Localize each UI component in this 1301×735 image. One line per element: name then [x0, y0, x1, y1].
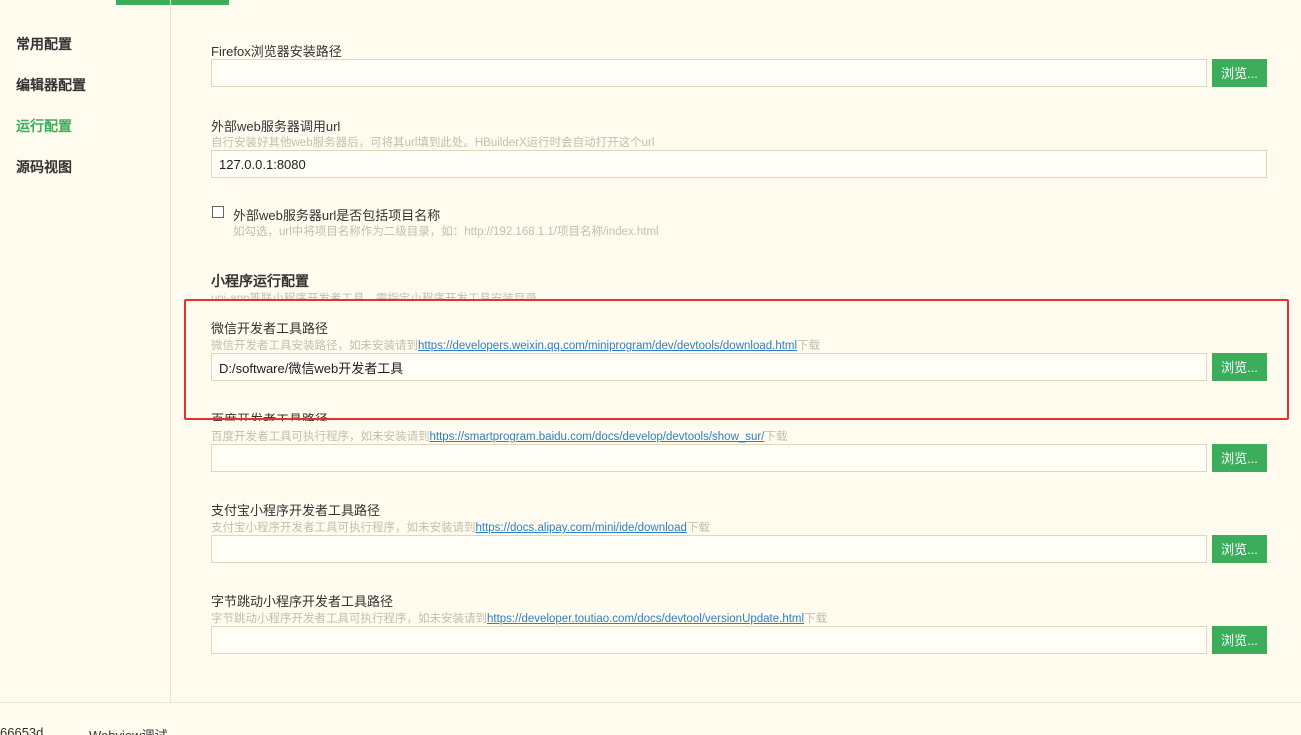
alipay-path-input[interactable]: [211, 535, 1207, 563]
external-web-url-input[interactable]: [211, 150, 1267, 178]
weixin-hint-prefix: 微信开发者工具安装路径，如未安装请到: [211, 340, 418, 352]
toutiao-hint: 字节跳动小程序开发者工具可执行程序，如未安装请到https://develope…: [211, 610, 827, 626]
weixin-hint-suffix: 下载: [797, 340, 821, 352]
external-web-hint: 自行安装好其他web服务器后，可将其url填到此处。HBuilderX运行时会自…: [211, 137, 655, 149]
baidu-hint: 百度开发者工具可执行程序，如未安装请到https://smartprogram.…: [211, 428, 787, 444]
toutiao-path-label: 字节跳动小程序开发者工具路径: [211, 594, 394, 609]
sidebar-item-run[interactable]: 运行配置: [16, 116, 72, 136]
webview-debug-tab[interactable]: Webview调试: [89, 725, 168, 735]
baidu-path-input[interactable]: [211, 444, 1207, 472]
baidu-hint-suffix: 下载: [764, 431, 788, 443]
firefox-browse-button[interactable]: 浏览...: [1212, 59, 1267, 87]
baidu-download-link[interactable]: https://smartprogram.baidu.com/docs/deve…: [430, 431, 765, 443]
toutiao-path-input[interactable]: [211, 626, 1207, 654]
include-project-hint: 如勾选，url中将项目名称作为二级目录，如：http://192.168.1.1…: [233, 226, 659, 238]
sidebar-item-source-view[interactable]: 源码视图: [16, 157, 72, 177]
baidu-browse-button[interactable]: 浏览...: [1212, 444, 1267, 472]
alipay-path-label: 支付宝小程序开发者工具路径: [211, 503, 381, 518]
sidebar: 常用配置 编辑器配置 运行配置 源码视图: [0, 0, 171, 702]
toutiao-hint-prefix: 字节跳动小程序开发者工具可执行程序，如未安装请到: [211, 613, 487, 625]
weixin-browse-button[interactable]: 浏览...: [1212, 353, 1267, 381]
toutiao-hint-suffix: 下载: [804, 613, 828, 625]
sidebar-item-common[interactable]: 常用配置: [16, 34, 72, 54]
miniprogram-section-hint: uni-app等联小程序开发者工具，需指定小程序开发工具安装目录: [211, 293, 537, 300]
toutiao-browse-button[interactable]: 浏览...: [1212, 626, 1267, 654]
alipay-download-link[interactable]: https://docs.alipay.com/mini/ide/downloa…: [476, 522, 687, 534]
alipay-hint-prefix: 支付宝小程序开发者工具可执行程序，如未安装请到: [211, 522, 476, 534]
bottom-bar: 66653d Webview调试: [0, 702, 1301, 735]
sidebar-item-editor[interactable]: 编辑器配置: [16, 75, 86, 95]
weixin-download-link[interactable]: https://developers.weixin.qq.com/minipro…: [418, 340, 797, 352]
alipay-browse-button[interactable]: 浏览...: [1212, 535, 1267, 563]
settings-window: 常用配置 编辑器配置 运行配置 源码视图 Firefox浏览器安装路径 浏览..…: [0, 0, 1301, 735]
external-web-label: 外部web服务器调用url: [211, 119, 341, 134]
include-project-label[interactable]: 外部web服务器url是否包括项目名称: [233, 205, 440, 224]
settings-panel: Firefox浏览器安装路径 浏览... 外部web服务器调用url 自行安装好…: [211, 0, 1271, 702]
firefox-path-input[interactable]: [211, 59, 1207, 87]
weixin-path-input[interactable]: [211, 353, 1207, 381]
baidu-hint-prefix: 百度开发者工具可执行程序，如未安装请到: [211, 431, 430, 443]
toutiao-download-link[interactable]: https://developer.toutiao.com/docs/devto…: [487, 613, 804, 625]
miniprogram-section-title: 小程序运行配置: [211, 273, 309, 289]
baidu-path-label: 百度开发者工具路径: [211, 412, 329, 421]
alipay-hint: 支付宝小程序开发者工具可执行程序，如未安装请到https://docs.alip…: [211, 519, 710, 535]
weixin-path-label: 微信开发者工具路径: [211, 321, 329, 336]
firefox-path-label: Firefox浏览器安装路径: [211, 44, 342, 59]
weixin-hint: 微信开发者工具安装路径，如未安装请到https://developers.wei…: [211, 337, 820, 353]
alipay-hint-suffix: 下载: [686, 522, 710, 534]
bottom-hash-text: 66653d: [0, 725, 44, 735]
include-project-checkbox[interactable]: [212, 206, 224, 218]
